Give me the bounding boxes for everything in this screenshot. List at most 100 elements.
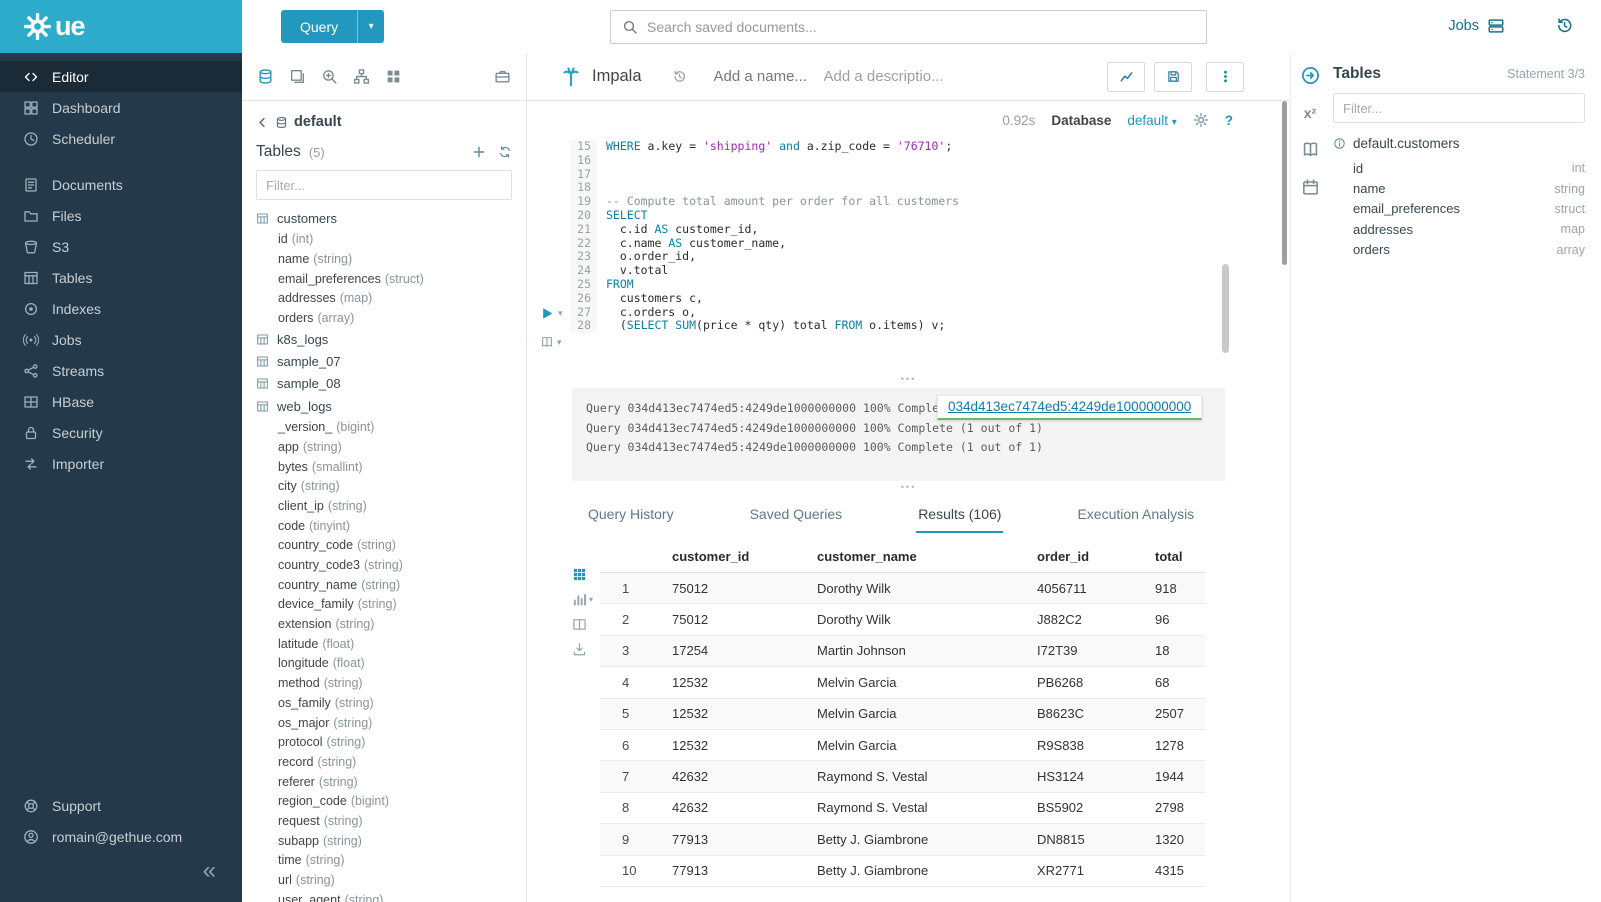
assist-column-latitude[interactable]: latitude(float) <box>256 634 512 654</box>
table-row[interactable]: 742632Raymond S. VestalHS31241944 <box>600 761 1205 792</box>
language-reference-icon[interactable] <box>1301 140 1320 159</box>
assist-column-country-code3[interactable]: country_code3(string) <box>256 555 512 575</box>
jobs-link[interactable]: Jobs <box>1448 17 1505 35</box>
table-row[interactable]: 175012Dorothy Wilk4056711918 <box>600 573 1205 604</box>
right-column-id[interactable]: idint <box>1353 158 1585 178</box>
sidebar-item-security[interactable]: Security <box>0 417 242 448</box>
table-row[interactable]: 1077913Betty J. GiambroneXR27714315 <box>600 855 1205 886</box>
sidebar-item-documents[interactable]: Documents <box>0 169 242 200</box>
query-type-dropdown[interactable]: ▾ <box>357 10 384 43</box>
assist-column-id[interactable]: id(int) <box>256 229 512 249</box>
results-col-customer-name[interactable]: customer_name <box>807 541 1027 573</box>
code-text[interactable]: v.total <box>597 264 668 278</box>
quick-actions-icon[interactable] <box>1300 65 1321 86</box>
assist-column-request[interactable]: request(string) <box>256 811 512 831</box>
sidebar-item-importer[interactable]: Importer <box>0 448 242 479</box>
sidebar-item-editor[interactable]: Editor <box>0 61 242 92</box>
assist-column-referer[interactable]: referer(string) <box>256 772 512 792</box>
assist-column-country-name[interactable]: country_name(string) <box>256 575 512 595</box>
right-column-orders[interactable]: ordersarray <box>1353 240 1585 260</box>
job-browser-icon[interactable] <box>494 68 511 85</box>
sidebar-item-scheduler[interactable]: Scheduler <box>0 123 242 154</box>
code-text[interactable] <box>597 168 613 182</box>
right-active-table[interactable]: default.customers <box>1333 136 1585 151</box>
assist-column-user-agent[interactable]: user_agent(string) <box>256 890 512 902</box>
right-column-name[interactable]: namestring <box>1353 178 1585 198</box>
download-results-icon[interactable] <box>572 642 587 657</box>
database-selector[interactable]: default ▾ <box>1127 113 1176 128</box>
sql-source-icon[interactable] <box>257 68 274 85</box>
solr-source-icon[interactable] <box>321 68 338 85</box>
reload-session-icon[interactable] <box>672 69 687 84</box>
table-row[interactable]: 317254Martin JohnsonI72T3918 <box>600 635 1205 666</box>
code-text[interactable]: c.id AS customer_id, <box>597 223 758 237</box>
info-icon[interactable] <box>1333 137 1346 150</box>
code-text[interactable]: c.name AS customer_name, <box>597 237 786 251</box>
table-row[interactable]: 275012Dorothy WilkJ882C296 <box>600 604 1205 635</box>
assist-column-extension[interactable]: extension(string) <box>256 614 512 634</box>
right-column-addresses[interactable]: addressesmap <box>1353 219 1585 239</box>
editor-settings-gear-icon[interactable] <box>1193 112 1209 128</box>
query-name-input[interactable] <box>714 68 816 85</box>
save-query-button[interactable] <box>1154 62 1192 92</box>
assist-column-time[interactable]: time(string) <box>256 851 512 871</box>
assist-table-sample-08[interactable]: sample_08 <box>256 373 512 395</box>
add-table-icon[interactable] <box>472 145 486 159</box>
assist-column-record[interactable]: record(string) <box>256 752 512 772</box>
sidebar-item-hbase[interactable]: HBase <box>0 386 242 417</box>
assist-table-k8s-logs[interactable]: k8s_logs <box>256 328 512 350</box>
assist-column-region-code[interactable]: region_code(bigint) <box>256 791 512 811</box>
code-text[interactable]: FROM <box>597 278 634 292</box>
documents-source-icon[interactable] <box>289 68 306 85</box>
new-query-button[interactable]: Query ▾ <box>281 10 384 43</box>
search-input[interactable] <box>647 19 1195 35</box>
table-row[interactable]: 842632Raymond S. VestalBS59022798 <box>600 792 1205 823</box>
code-text[interactable]: customers c, <box>597 292 703 306</box>
assist-column-app[interactable]: app(string) <box>256 437 512 457</box>
table-row[interactable]: 977913Betty J. GiambroneDN88151320 <box>600 824 1205 855</box>
execute-query-button[interactable]: ▾ <box>540 306 563 321</box>
sidebar-item-jobs[interactable]: Jobs <box>0 324 242 355</box>
sidebar-item-dashboard[interactable]: Dashboard <box>0 92 242 123</box>
query-description-input[interactable] <box>824 68 942 85</box>
table-row[interactable]: 512532Melvin GarciaB8623C2507 <box>600 698 1205 729</box>
sidebar-item-support[interactable]: Support <box>0 790 242 821</box>
right-column-email-preferences[interactable]: email_preferencesstruct <box>1353 199 1585 219</box>
hdfs-source-icon[interactable] <box>353 68 370 85</box>
assist-column-subapp[interactable]: subapp(string) <box>256 831 512 851</box>
breadcrumb-database-name[interactable]: default <box>294 114 342 130</box>
sidebar-collapse-button[interactable]: « <box>0 852 242 890</box>
grid-view-icon[interactable] <box>572 567 587 582</box>
code-text[interactable]: SELECT <box>597 209 648 223</box>
assist-column-client-ip[interactable]: client_ip(string) <box>256 496 512 516</box>
assist-column-os-family[interactable]: os_family(string) <box>256 693 512 713</box>
assist-filter-input[interactable] <box>256 170 512 200</box>
query-history-icon[interactable] <box>1555 16 1574 35</box>
sidebar-item-indexes[interactable]: Indexes <box>0 293 242 324</box>
editor-log-resize-handle[interactable]: ••• <box>527 376 1290 385</box>
assist-column-bytes[interactable]: bytes(smallint) <box>256 457 512 477</box>
columns-view-icon[interactable] <box>572 617 587 632</box>
assist-column-email-preferences[interactable]: email_preferences(struct) <box>256 269 512 289</box>
assist-column-name[interactable]: name(string) <box>256 249 512 269</box>
code-text[interactable]: (SELECT SUM(price * qty) total FROM o.it… <box>597 319 945 333</box>
results-col-order-id[interactable]: order_id <box>1027 541 1145 573</box>
sidebar-item-streams[interactable]: Streams <box>0 355 242 386</box>
table-row[interactable]: 412532Melvin GarciaPB626868 <box>600 667 1205 698</box>
assist-column-device-family[interactable]: device_family(string) <box>256 595 512 615</box>
code-text[interactable]: o.order_id, <box>597 250 696 264</box>
hue-logo[interactable]: ue <box>0 0 242 53</box>
assist-column-protocol[interactable]: protocol(string) <box>256 732 512 752</box>
code-text[interactable] <box>597 181 613 195</box>
sidebar-item-tables[interactable]: Tables <box>0 262 242 293</box>
assist-column-orders[interactable]: orders(array) <box>256 308 512 328</box>
log-results-resize-handle[interactable]: ••• <box>527 484 1290 493</box>
apps-source-icon[interactable] <box>385 68 402 85</box>
tab-saved-queries[interactable]: Saved Queries <box>748 500 845 533</box>
assist-column-code[interactable]: code(tinyint) <box>256 516 512 536</box>
chart-settings-button[interactable] <box>1107 62 1145 92</box>
sidebar-item-user[interactable]: romain@gethue.com <box>0 821 242 852</box>
help-icon[interactable]: ? <box>1225 113 1233 128</box>
assist-column-country-code[interactable]: country_code(string) <box>256 536 512 556</box>
chart-view-icon[interactable] <box>572 592 587 607</box>
